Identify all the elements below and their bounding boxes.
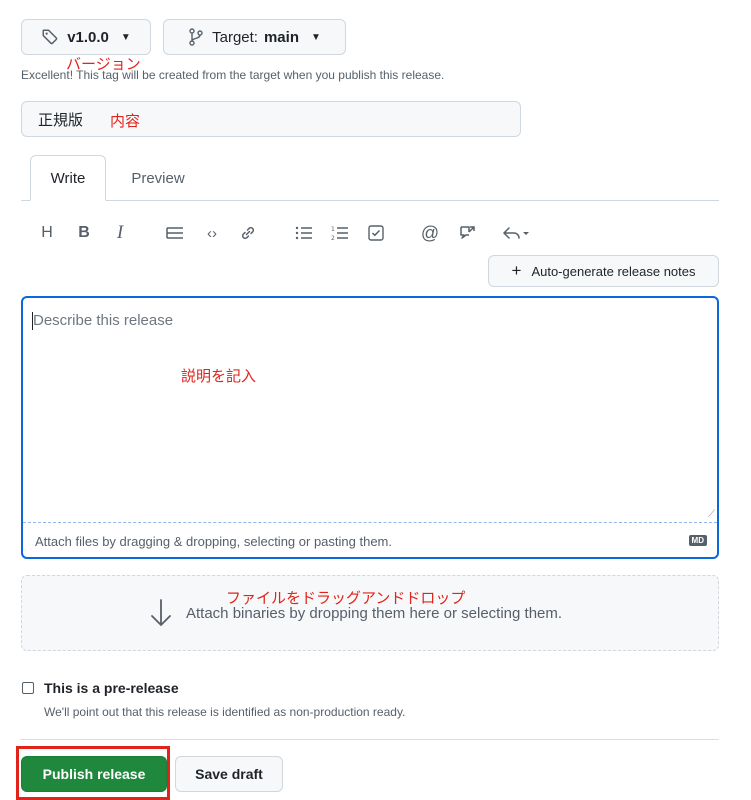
svg-text:2: 2 xyxy=(331,235,335,241)
divider xyxy=(21,739,719,740)
numbered-list-icon[interactable]: 12 xyxy=(329,222,351,244)
link-icon[interactable] xyxy=(237,222,259,244)
description-textarea[interactable]: Describe this release ⟋ xyxy=(23,298,717,523)
tag-hint-text: Excellent! This tag will be created from… xyxy=(21,68,445,82)
markdown-icon: MD xyxy=(688,535,707,546)
release-title-value: 正規版 xyxy=(38,111,84,129)
description-editor: Describe this release ⟋ Attach files by … xyxy=(21,296,719,559)
git-branch-icon xyxy=(188,28,204,46)
target-branch-button[interactable]: Target: main ▼ xyxy=(163,19,346,55)
save-draft-label: Save draft xyxy=(195,766,263,782)
auto-generate-release-notes-button[interactable]: + Auto-generate release notes xyxy=(488,255,719,287)
target-prefix: Target: xyxy=(212,28,258,46)
prerelease-hint: We'll point out that this release is ide… xyxy=(44,705,406,719)
save-draft-button[interactable]: Save draft xyxy=(175,756,283,792)
publish-release-button[interactable]: Publish release xyxy=(21,756,167,792)
target-value: main xyxy=(263,28,299,46)
tag-label: v1.0.0 xyxy=(67,28,109,46)
release-title-input[interactable]: 正規版 xyxy=(21,101,521,137)
bulleted-list-icon[interactable] xyxy=(293,222,315,244)
heading-icon[interactable]: H xyxy=(36,222,58,244)
publish-release-label: Publish release xyxy=(42,766,146,782)
chevron-down-icon: ▼ xyxy=(120,31,131,43)
annotation-dragdrop: ファイルをドラッグアンドドロップ xyxy=(226,590,466,607)
tab-write-label: Write xyxy=(50,169,86,187)
prerelease-checkbox[interactable] xyxy=(22,682,34,694)
cross-reference-icon[interactable] xyxy=(456,222,478,244)
arrow-down-icon xyxy=(150,598,172,631)
tab-preview-label: Preview xyxy=(131,169,185,187)
bold-icon[interactable]: B xyxy=(73,222,95,244)
attach-files-text[interactable]: Attach files by dragging & dropping, sel… xyxy=(35,534,392,549)
mention-icon[interactable]: @ xyxy=(419,222,441,244)
tag-select-button[interactable]: v1.0.0 ▼ xyxy=(21,19,151,55)
task-list-icon[interactable] xyxy=(365,222,387,244)
description-placeholder: Describe this release xyxy=(33,312,174,329)
annotation-content: 内容 xyxy=(110,113,141,130)
annotation-description: 説明を記入 xyxy=(181,368,257,385)
tab-preview[interactable]: Preview xyxy=(120,155,196,201)
tab-write[interactable]: Write xyxy=(30,155,106,201)
prerelease-label[interactable]: This is a pre-release xyxy=(44,680,179,696)
plus-icon: + xyxy=(511,261,522,280)
code-icon[interactable]: ‹› xyxy=(201,222,223,244)
italic-icon[interactable]: I xyxy=(109,222,131,244)
auto-generate-label: Auto-generate release notes xyxy=(531,263,696,279)
resize-handle-icon[interactable]: ⟋ xyxy=(708,509,715,520)
reply-dropdown-icon[interactable] xyxy=(499,222,533,244)
tag-icon xyxy=(41,28,59,46)
chevron-down-icon: ▼ xyxy=(310,31,321,43)
quote-icon[interactable] xyxy=(164,222,186,244)
svg-text:1: 1 xyxy=(331,226,335,233)
